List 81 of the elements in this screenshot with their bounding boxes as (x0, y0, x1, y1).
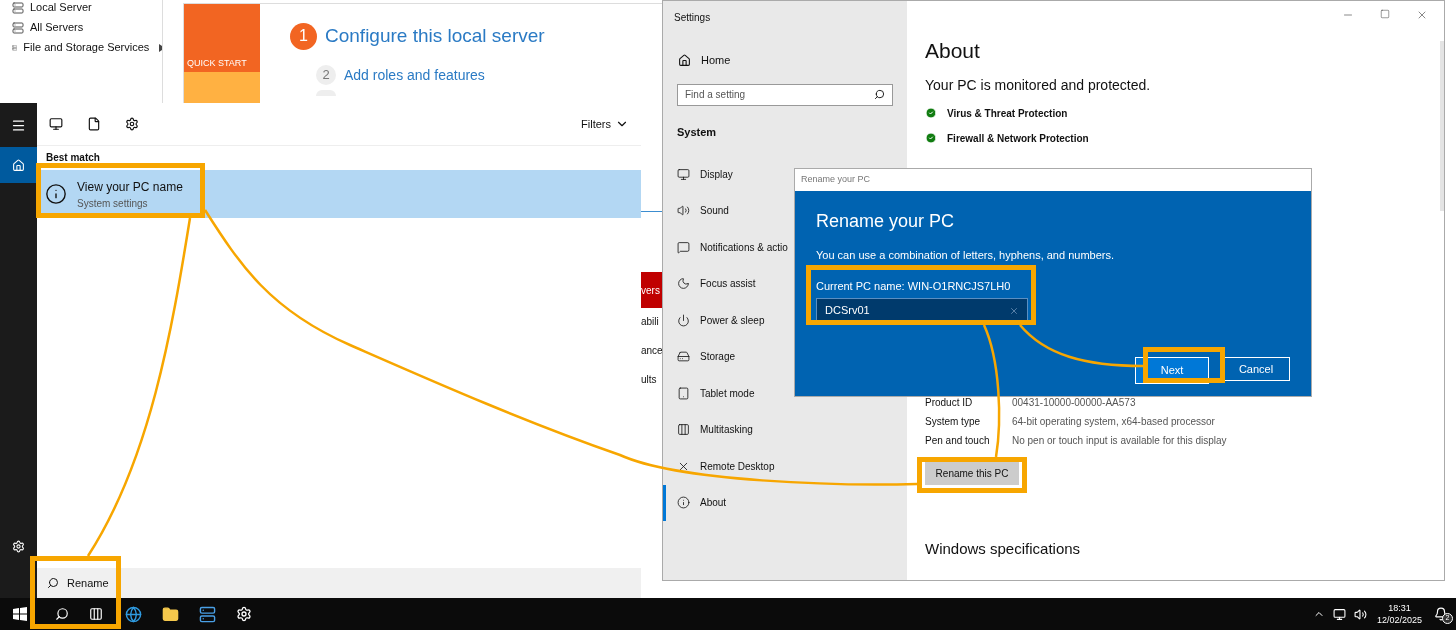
spec-label: Pen and touch (925, 433, 991, 448)
document-icon[interactable] (87, 117, 101, 131)
server-icon (12, 1, 24, 14)
drive-icon (677, 350, 690, 364)
moon-icon (677, 277, 690, 291)
spec-label: Product ID (925, 395, 974, 410)
display-icon (677, 167, 690, 181)
partial-text: ults (641, 373, 658, 387)
server-icon (12, 21, 24, 34)
protection-item: Firewall & Network Protection (947, 131, 1089, 146)
windows-logo-icon[interactable] (13, 607, 27, 621)
page-heading: About (925, 38, 981, 64)
step-link[interactable]: Add roles and features (344, 64, 485, 86)
result-title: View your PC name (77, 178, 183, 196)
nav-item[interactable]: Local Server (30, 0, 92, 16)
app-icon[interactable] (49, 117, 63, 131)
section-heading: System (676, 124, 718, 140)
spec-label: System type (925, 414, 982, 429)
search-field[interactable]: Rename (37, 568, 641, 598)
check-icon (925, 132, 937, 144)
step-number: 1 (290, 22, 317, 50)
speaker-icon (677, 204, 690, 218)
protection-item: Virus & Threat Protection (947, 106, 1068, 121)
cancel-button[interactable]: Cancel (1222, 357, 1290, 381)
scroll-bar[interactable] (1440, 41, 1444, 211)
server-manager-icon[interactable] (199, 605, 216, 623)
search-query: Rename (67, 575, 109, 591)
filters-button[interactable]: Filters (581, 115, 629, 133)
section-heading: Windows specifications (925, 538, 1082, 559)
notification-icon[interactable] (1434, 607, 1448, 621)
expand-arrow-icon (159, 43, 162, 52)
nav-item[interactable]: File and Storage Services (23, 39, 150, 56)
clock-date[interactable]: 12/02/2025 (1376, 614, 1422, 626)
section-heading: Best match (45, 151, 101, 165)
menu-icon (11, 117, 26, 133)
home-icon (678, 53, 691, 67)
partial-text: abili (641, 315, 660, 329)
spec-value: 64-bit operating system, x64-based processor (1012, 414, 1215, 429)
settings-nav-item[interactable]: Multitasking (663, 411, 907, 448)
step-number: 2 (316, 65, 336, 85)
dialog-title: Rename your PC (801, 173, 871, 187)
partial-text: ance (641, 344, 663, 358)
result-subtitle: System settings (77, 196, 149, 211)
search-input[interactable]: Find a setting (685, 87, 865, 102)
search-icon (47, 577, 59, 589)
search-icon (874, 89, 885, 100)
check-icon (925, 107, 937, 119)
tablet-icon (677, 386, 690, 400)
search-field[interactable]: Find a setting (677, 83, 893, 106)
dialog-description: You can use a combination of letters, hyphens, and numbers. (816, 248, 1115, 263)
current-name-label: Current PC name: WIN-O1RNCJS7LH0 (816, 278, 1012, 294)
name-input[interactable]: DCSrv01 (825, 302, 995, 319)
home-button[interactable] (0, 147, 37, 183)
browser-icon[interactable] (125, 605, 142, 623)
columns-icon (677, 423, 690, 437)
clock-time[interactable]: 18:31 (1388, 602, 1411, 614)
settings-nav-item[interactable]: Storage (663, 338, 907, 375)
step-link[interactable]: Configure this local server (325, 22, 545, 51)
close-icon[interactable] (1416, 9, 1428, 21)
status-text: Your PC is monitored and protected. (925, 75, 1152, 95)
dialog-heading: Rename your PC (816, 210, 956, 233)
clear-icon[interactable] (1009, 305, 1019, 316)
settings-nav-item[interactable]: About (663, 484, 907, 521)
settings-nav-item[interactable]: Remote Desktop (663, 448, 907, 485)
info-icon (45, 183, 67, 205)
window-title: Settings (673, 11, 712, 25)
spec-value: No pen or touch input is available for this display (1012, 433, 1227, 448)
task-view-icon[interactable] (89, 607, 103, 621)
home-link[interactable]: Home (663, 52, 907, 69)
home-icon (12, 158, 25, 172)
rename-pc-button[interactable]: Rename this PC (925, 461, 1019, 485)
nav-item[interactable]: All Servers (30, 19, 84, 36)
speech-bubble-icon (677, 240, 690, 254)
settings-nav-item[interactable]: Tablet mode (663, 375, 907, 412)
spec-value: 00431-10000-00000-AA573 (1012, 395, 1136, 410)
info-icon (677, 496, 690, 510)
power-icon (677, 313, 690, 327)
search-icon[interactable] (55, 607, 69, 621)
settings-icon[interactable] (125, 117, 139, 131)
folder-icon[interactable] (162, 605, 179, 623)
banner-text: vers (641, 272, 663, 308)
